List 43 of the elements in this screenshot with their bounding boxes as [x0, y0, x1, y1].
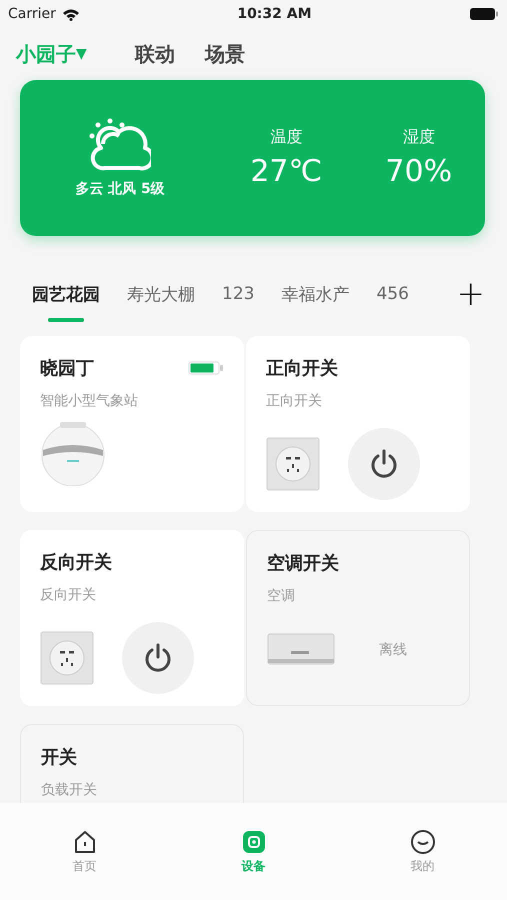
- device-type: 反向开关: [40, 586, 97, 604]
- device-card[interactable]: 正向开关 正向开关: [246, 336, 470, 512]
- partly-cloudy-icon: [89, 118, 151, 172]
- device-name: 正向开关: [266, 357, 338, 380]
- clock-time: 10:32 AM: [237, 6, 312, 22]
- nav-link[interactable]: 场景: [204, 40, 245, 68]
- stat-value: 70%: [385, 154, 452, 189]
- device-card[interactable]: 反向开关 反向开关: [20, 530, 244, 706]
- device-name: 反向开关: [40, 551, 112, 574]
- device-card[interactable]: 晓园丁 智能小型气象站: [20, 336, 244, 512]
- group-tab[interactable]: 幸福水产: [281, 276, 350, 322]
- device-name: 空调开关: [267, 552, 339, 575]
- wifi-icon: [62, 8, 80, 20]
- home-icon: [72, 830, 96, 854]
- device-type: 正向开关: [266, 392, 323, 410]
- device-type: 智能小型气象站: [40, 392, 139, 410]
- device-name: 晓园丁: [40, 357, 94, 380]
- carrier-label: Carrier: [8, 6, 56, 22]
- add-button[interactable]: +: [456, 277, 485, 311]
- socket-icon: [266, 437, 320, 491]
- air-conditioner-icon: [267, 633, 335, 667]
- battery-icon: [468, 7, 499, 21]
- group-tab[interactable]: 123: [222, 276, 254, 322]
- nav-link[interactable]: 联动: [134, 40, 175, 68]
- device-name: 开关: [41, 746, 77, 769]
- device-type: 负载开关: [41, 781, 98, 799]
- device-type: 空调: [267, 587, 296, 605]
- weather-summary: 多云 北风 5级: [75, 180, 165, 198]
- socket-icon: [40, 631, 94, 685]
- stat-label: 湿度: [402, 127, 435, 148]
- group-tab[interactable]: 寿光大棚: [127, 276, 195, 322]
- stat-value: 27℃: [250, 154, 322, 189]
- status-text: 离线: [379, 641, 407, 659]
- group-tab[interactable]: 456: [376, 276, 409, 322]
- device-card[interactable]: 开关 负载开关: [20, 724, 244, 804]
- profile-icon: [410, 830, 434, 854]
- power-icon: [143, 642, 173, 674]
- device-icon: [242, 830, 266, 854]
- weather-station-icon: [40, 420, 106, 486]
- device-card[interactable]: 空调开关 空调 离线: [246, 530, 470, 706]
- stat-label: 温度: [270, 127, 302, 148]
- power-icon: [369, 448, 399, 480]
- group-tab[interactable]: 园艺花园: [32, 276, 100, 322]
